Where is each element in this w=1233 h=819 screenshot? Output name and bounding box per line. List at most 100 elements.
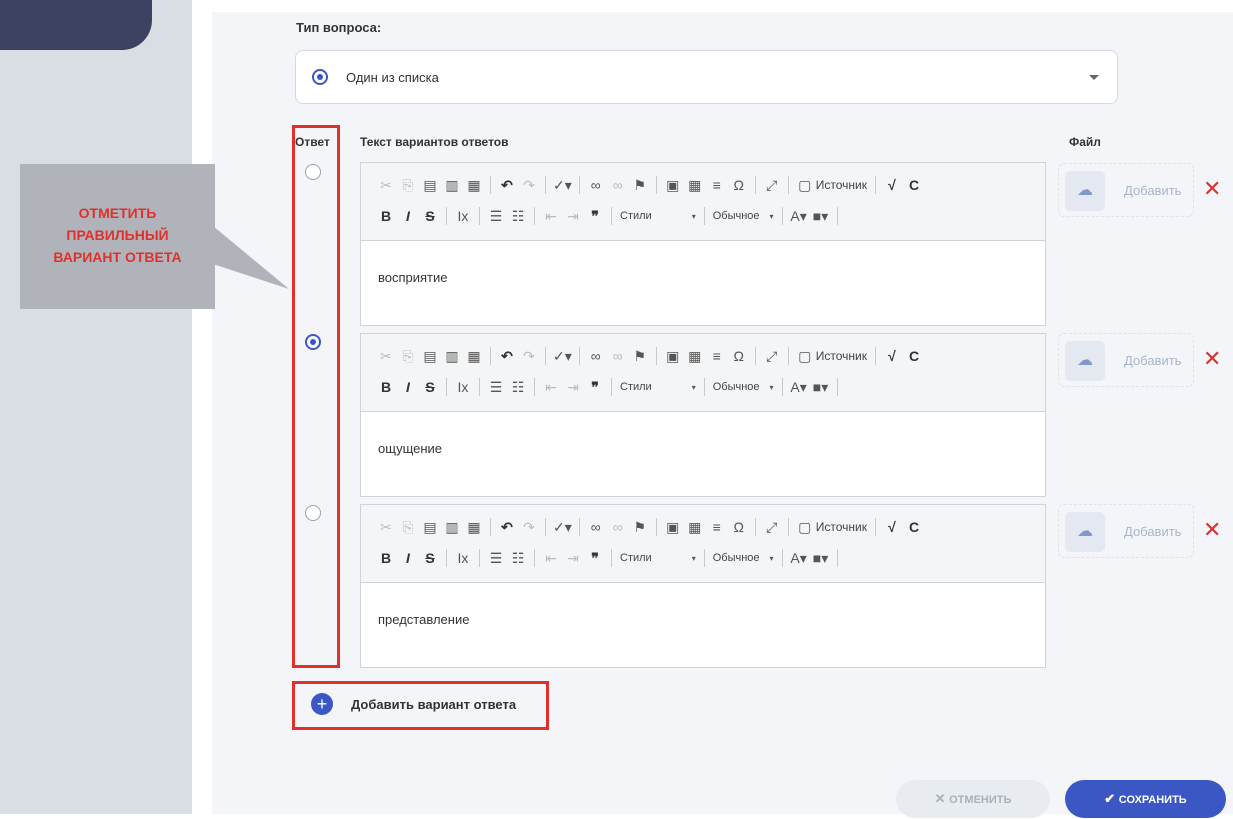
background-color-icon[interactable]: ■▾	[812, 208, 830, 225]
editor-content[interactable]: восприятие	[361, 241, 1045, 325]
paste-icon[interactable]: ▤	[421, 519, 439, 536]
close-icon[interactable]: ✕	[1203, 519, 1221, 541]
text-color-icon[interactable]: A▾	[790, 550, 808, 567]
outdent-icon[interactable]: ⇤	[542, 379, 560, 396]
answer-radio-1[interactable]	[305, 164, 321, 180]
table-icon[interactable]: ▦	[686, 519, 704, 536]
background-color-icon[interactable]: ■▾	[812, 379, 830, 396]
cut-icon[interactable]: ✂	[377, 177, 395, 194]
spellcheck-icon[interactable]: ✓▾	[553, 348, 572, 365]
spellcheck-icon[interactable]: ✓▾	[553, 519, 572, 536]
redo-icon[interactable]: ↷	[520, 348, 538, 365]
styles-dropdown[interactable]: Стили ▾	[620, 381, 696, 393]
unlink-icon[interactable]: ∞	[609, 348, 627, 364]
undo-icon[interactable]: ↶	[498, 177, 516, 194]
source-icon[interactable]: ▢	[796, 348, 814, 365]
bulleted-list-icon[interactable]: ☷	[509, 550, 527, 567]
add-file-button-3[interactable]: ☁ Добавить	[1058, 504, 1194, 558]
save-button[interactable]: ✔ СОХРАНИТЬ	[1065, 780, 1226, 818]
source-button-label[interactable]: Источник	[816, 178, 867, 192]
flag-icon[interactable]: ⚑	[631, 348, 649, 365]
italic-button[interactable]: I	[399, 379, 417, 395]
add-answer-button[interactable]: + Добавить вариант ответа	[294, 683, 548, 728]
close-icon[interactable]: ✕	[1203, 348, 1221, 370]
text-color-icon[interactable]: A▾	[790, 208, 808, 225]
bold-button[interactable]: B	[377, 208, 395, 224]
blockquote-icon[interactable]: ❞	[586, 550, 604, 567]
flag-icon[interactable]: ⚑	[631, 519, 649, 536]
image-icon[interactable]: ▣	[664, 519, 682, 536]
link-icon[interactable]: ∞	[587, 519, 605, 535]
unlink-icon[interactable]: ∞	[609, 519, 627, 535]
copy-icon[interactable]: ⎘	[399, 519, 417, 536]
answer-radio-2[interactable]	[305, 334, 321, 350]
maximize-icon[interactable]: ⤢	[763, 348, 781, 365]
maximize-icon[interactable]: ⤢	[763, 519, 781, 536]
omega-icon[interactable]: Ω	[730, 519, 748, 535]
numbered-list-icon[interactable]: ☰	[487, 208, 505, 225]
c-icon[interactable]: C	[905, 348, 923, 364]
unlink-icon[interactable]: ∞	[609, 177, 627, 193]
answer-radio-3[interactable]	[305, 505, 321, 521]
spellcheck-icon[interactable]: ✓▾	[553, 177, 572, 194]
table-icon[interactable]: ▦	[686, 348, 704, 365]
source-icon[interactable]: ▢	[796, 177, 814, 194]
format-dropdown[interactable]: Обычное ▾	[713, 381, 774, 393]
close-icon[interactable]: ✕	[1203, 178, 1221, 200]
styles-dropdown[interactable]: Стили ▾	[620, 552, 696, 564]
c-icon[interactable]: C	[905, 519, 923, 535]
image-icon[interactable]: ▣	[664, 177, 682, 194]
paste-icon[interactable]: ▤	[421, 348, 439, 365]
sqrt-icon[interactable]: √	[883, 348, 901, 364]
paste-text-icon[interactable]: ▥	[443, 519, 461, 536]
text-color-icon[interactable]: A▾	[790, 379, 808, 396]
copy-icon[interactable]: ⎘	[399, 348, 417, 365]
strikethrough-button[interactable]: S	[421, 550, 439, 566]
source-icon[interactable]: ▢	[796, 519, 814, 536]
paste-word-icon[interactable]: ▦	[465, 177, 483, 194]
remove-format-icon[interactable]: Ix	[454, 550, 472, 566]
paste-text-icon[interactable]: ▥	[443, 348, 461, 365]
undo-icon[interactable]: ↶	[498, 519, 516, 536]
numbered-list-icon[interactable]: ☰	[487, 550, 505, 567]
horizontal-line-icon[interactable]: ≡	[708, 177, 726, 193]
flag-icon[interactable]: ⚑	[631, 177, 649, 194]
indent-icon[interactable]: ⇥	[564, 379, 582, 396]
italic-button[interactable]: I	[399, 208, 417, 224]
add-file-button-2[interactable]: ☁ Добавить	[1058, 333, 1194, 387]
format-dropdown[interactable]: Обычное ▾	[713, 552, 774, 564]
image-icon[interactable]: ▣	[664, 348, 682, 365]
editor-content[interactable]: ощущение	[361, 412, 1045, 496]
paste-icon[interactable]: ▤	[421, 177, 439, 194]
styles-dropdown[interactable]: Стили ▾	[620, 210, 696, 222]
omega-icon[interactable]: Ω	[730, 348, 748, 364]
copy-icon[interactable]: ⎘	[399, 177, 417, 194]
cut-icon[interactable]: ✂	[377, 519, 395, 536]
question-type-select[interactable]: Один из списка	[295, 50, 1118, 104]
table-icon[interactable]: ▦	[686, 177, 704, 194]
bulleted-list-icon[interactable]: ☷	[509, 379, 527, 396]
format-dropdown[interactable]: Обычное ▾	[713, 210, 774, 222]
italic-button[interactable]: I	[399, 550, 417, 566]
strikethrough-button[interactable]: S	[421, 379, 439, 395]
bulleted-list-icon[interactable]: ☷	[509, 208, 527, 225]
horizontal-line-icon[interactable]: ≡	[708, 348, 726, 364]
numbered-list-icon[interactable]: ☰	[487, 379, 505, 396]
blockquote-icon[interactable]: ❞	[586, 379, 604, 396]
remove-format-icon[interactable]: Ix	[454, 208, 472, 224]
bold-button[interactable]: B	[377, 379, 395, 395]
redo-icon[interactable]: ↷	[520, 519, 538, 536]
sqrt-icon[interactable]: √	[883, 177, 901, 193]
paste-word-icon[interactable]: ▦	[465, 519, 483, 536]
strikethrough-button[interactable]: S	[421, 208, 439, 224]
maximize-icon[interactable]: ⤢	[763, 177, 781, 194]
editor-content[interactable]: представление	[361, 583, 1045, 667]
outdent-icon[interactable]: ⇤	[542, 550, 560, 567]
indent-icon[interactable]: ⇥	[564, 550, 582, 567]
sqrt-icon[interactable]: √	[883, 519, 901, 535]
cancel-button[interactable]: ✕ ОТМЕНИТЬ	[896, 780, 1050, 818]
add-file-button-1[interactable]: ☁ Добавить	[1058, 163, 1194, 217]
undo-icon[interactable]: ↶	[498, 348, 516, 365]
indent-icon[interactable]: ⇥	[564, 208, 582, 225]
omega-icon[interactable]: Ω	[730, 177, 748, 193]
